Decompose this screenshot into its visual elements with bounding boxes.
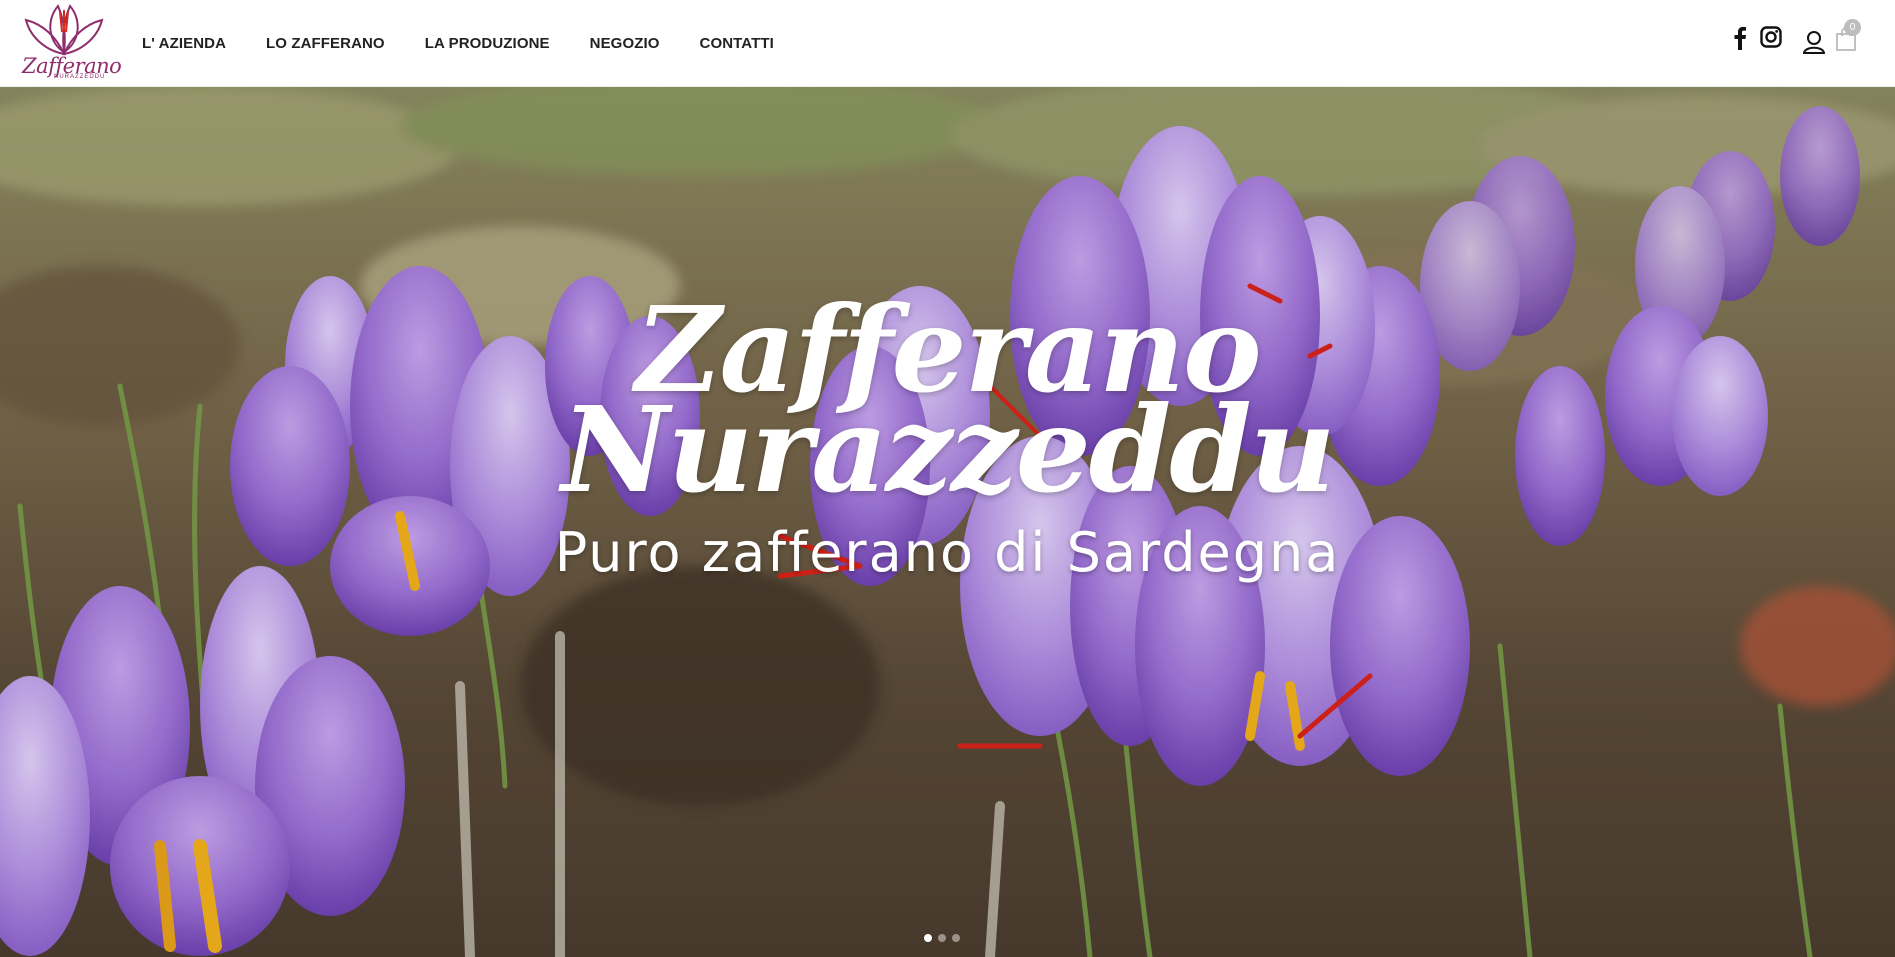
brand-logo[interactable]: Zafferano NURAZZEDDU bbox=[18, 2, 122, 84]
hero-subtitle: Puro zafferano di Sardegna bbox=[554, 521, 1341, 584]
nav-item-negozio[interactable]: NEGOZIO bbox=[590, 35, 660, 52]
crocus-logo-icon bbox=[24, 4, 104, 56]
logo-subtext: NURAZZEDDU bbox=[54, 74, 106, 80]
nav-item-contatti[interactable]: CONTATTI bbox=[700, 35, 774, 52]
slider-pagination bbox=[924, 934, 960, 942]
slider-dot-2[interactable] bbox=[938, 934, 946, 942]
hero-slider: Zafferano Nurazzeddu Puro zafferano di S… bbox=[0, 86, 1895, 957]
hero-title: Zafferano Nurazzeddu bbox=[0, 291, 1895, 519]
slider-dot-3[interactable] bbox=[952, 934, 960, 942]
hero-title-line2: Nurazzeddu bbox=[561, 380, 1335, 519]
user-icon[interactable] bbox=[1803, 30, 1825, 54]
facebook-icon[interactable] bbox=[1733, 26, 1747, 50]
instagram-icon[interactable] bbox=[1760, 26, 1782, 48]
nav-item-zafferano[interactable]: LO ZAFFERANO bbox=[266, 35, 385, 52]
nav-item-azienda[interactable]: L' AZIENDA bbox=[142, 35, 226, 52]
site-header: Zafferano NURAZZEDDU L' AZIENDA LO ZAFFE… bbox=[0, 0, 1895, 87]
slider-dot-1[interactable] bbox=[924, 934, 932, 942]
main-nav: L' AZIENDA LO ZAFFERANO LA PRODUZIONE NE… bbox=[142, 0, 814, 86]
nav-item-produzione[interactable]: LA PRODUZIONE bbox=[425, 35, 550, 52]
cart-count-badge: 0 bbox=[1844, 19, 1861, 36]
